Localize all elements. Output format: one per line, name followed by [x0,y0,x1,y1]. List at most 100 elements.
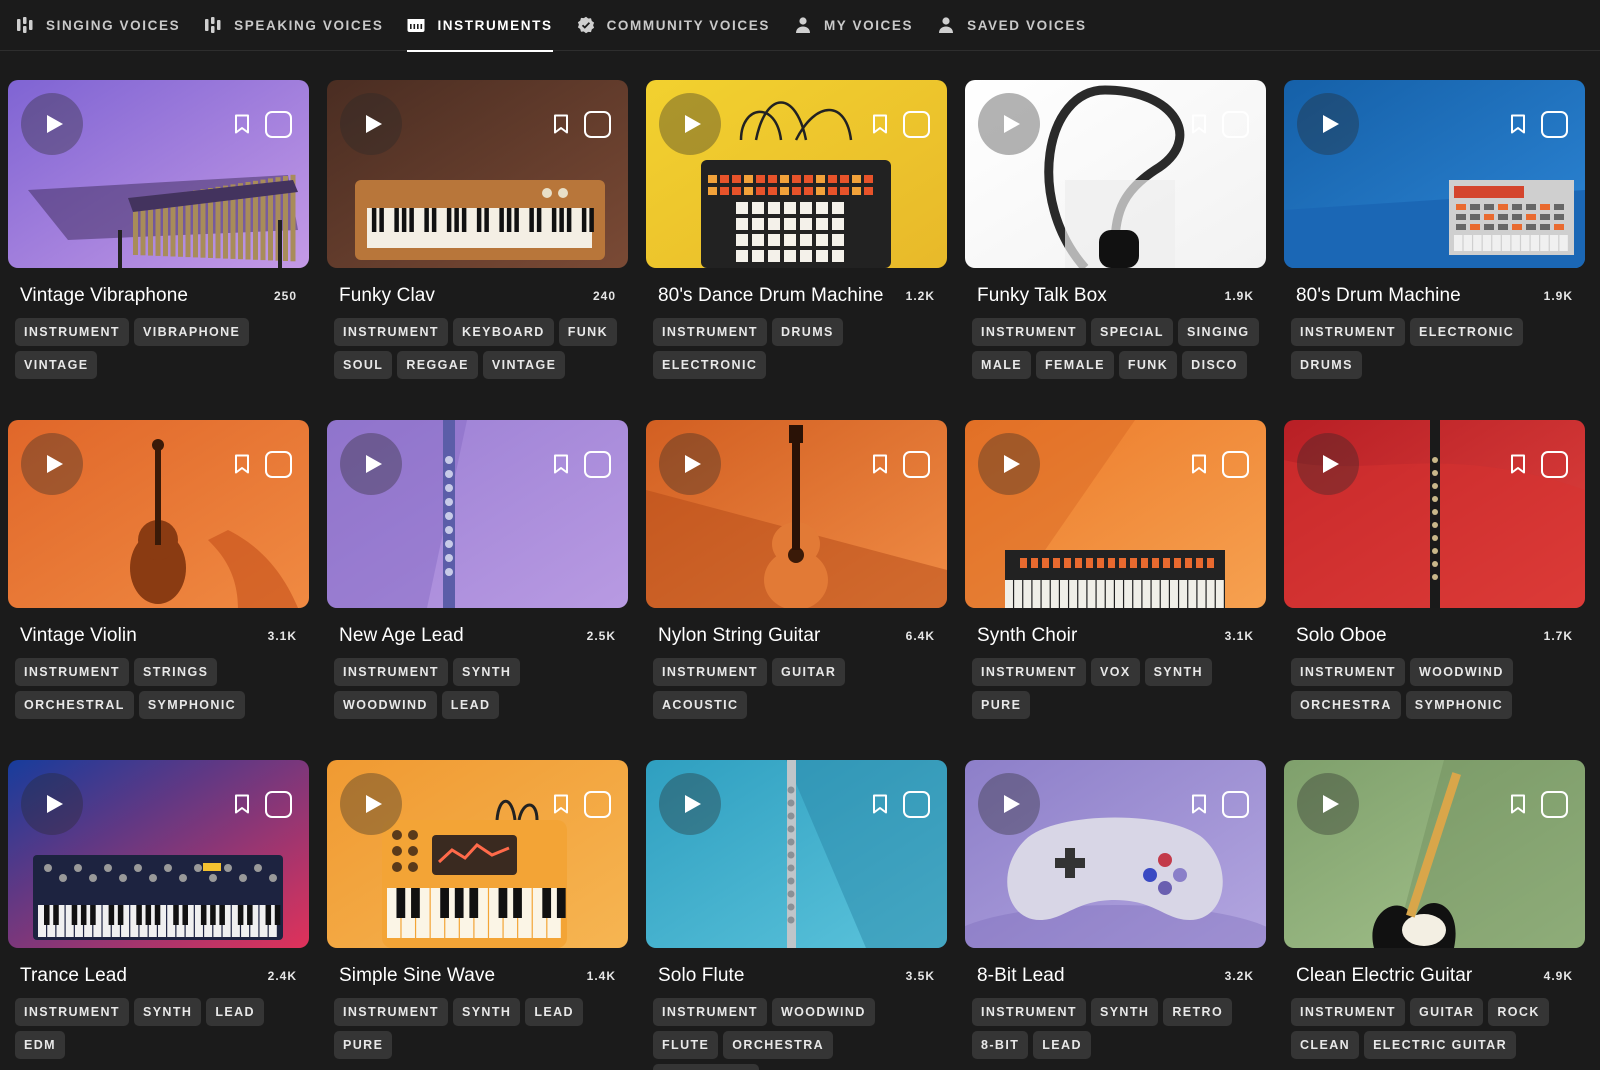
instrument-card[interactable]: Funky Clav 240 INSTRUMENT KEYBOARD FUNK SOUL R… [327,80,628,420]
tag-chip[interactable]: SYNTH [452,998,521,1026]
instrument-thumbnail[interactable] [965,420,1266,608]
play-button[interactable] [21,433,83,495]
bookmark-button[interactable] [1508,113,1528,135]
instrument-title[interactable]: 8-Bit Lead [977,965,1065,987]
instrument-card[interactable]: Simple Sine Wave 1.4K INSTRUMENT SYNTH LEAD P… [327,760,628,1070]
bookmark-button[interactable] [870,113,890,135]
tag-chip[interactable]: KEYBOARD [452,318,554,346]
tag-chip[interactable]: SYMPHONIC [138,691,246,719]
tag-chip[interactable]: LEAD [206,998,264,1026]
instrument-thumbnail[interactable] [327,760,628,948]
select-checkbox[interactable] [1222,791,1249,818]
tag-chip[interactable]: INSTRUMENT [1291,318,1405,346]
instrument-thumbnail[interactable] [646,760,947,948]
select-checkbox[interactable] [1222,451,1249,478]
tag-chip[interactable]: GUITAR [771,658,846,686]
tag-chip[interactable]: INSTRUMENT [972,998,1086,1026]
bookmark-button[interactable] [232,113,252,135]
tag-chip[interactable]: INSTRUMENT [15,998,129,1026]
play-button[interactable] [659,773,721,835]
select-checkbox[interactable] [903,111,930,138]
tag-chip[interactable]: SYNTH [1144,658,1212,686]
instrument-title[interactable]: Clean Electric Guitar [1296,965,1472,987]
instrument-card[interactable]: New Age Lead 2.5K INSTRUMENT SYNTH WOODWIND L… [327,420,628,760]
tag-chip[interactable]: INSTRUMENT [972,658,1086,686]
tag-chip[interactable]: LEAD [1033,1031,1091,1059]
instrument-thumbnail[interactable] [1284,760,1585,948]
instrument-title[interactable]: Solo Oboe [1296,625,1387,647]
instrument-title[interactable]: Funky Clav [339,285,435,307]
tag-chip[interactable]: WOODWIND [771,998,875,1026]
tag-chip[interactable]: SYNTH [452,658,521,686]
tag-chip[interactable]: SYMPHONIC [1405,691,1513,719]
instrument-thumbnail[interactable] [646,420,947,608]
bookmark-button[interactable] [1508,793,1528,815]
tag-chip[interactable]: DISCO [1182,351,1247,379]
tag-chip[interactable]: WOODWIND [334,691,437,719]
instrument-thumbnail[interactable] [327,420,628,608]
instrument-thumbnail[interactable] [965,80,1266,268]
tag-chip[interactable]: INSTRUMENT [653,318,767,346]
play-button[interactable] [1297,433,1359,495]
play-button[interactable] [21,773,83,835]
tag-chip[interactable]: SYNTH [133,998,202,1026]
tag-chip[interactable]: PURE [972,691,1031,719]
instrument-title[interactable]: Trance Lead [20,965,127,987]
instrument-thumbnail[interactable] [327,80,628,268]
instrument-title[interactable]: Solo Flute [658,965,745,987]
play-button[interactable] [1297,773,1359,835]
bookmark-button[interactable] [1189,793,1209,815]
tag-chip[interactable]: RETRO [1163,998,1233,1026]
instrument-title[interactable]: Vintage Vibraphone [20,285,188,307]
bookmark-button[interactable] [551,453,571,475]
tag-chip[interactable]: DRUMS [1291,351,1362,379]
select-checkbox[interactable] [265,451,292,478]
tag-chip[interactable]: FUNK [1118,351,1178,379]
tag-chip[interactable]: ELECTRIC GUITAR [1364,1031,1517,1059]
instrument-title[interactable]: Synth Choir [977,625,1077,647]
bookmark-button[interactable] [870,453,890,475]
tag-chip[interactable]: FUNK [558,318,618,346]
bookmark-button[interactable] [1189,113,1209,135]
tag-chip[interactable]: INSTRUMENT [334,998,448,1026]
instrument-card[interactable]: Vintage Violin 3.1K INSTRUMENT STRINGS ORCHE… [8,420,309,760]
bookmark-button[interactable] [1508,453,1528,475]
tab-instruments[interactable]: INSTRUMENTS [407,0,553,52]
tag-chip[interactable]: ORCHESTRA [1291,691,1401,719]
tag-chip[interactable]: EDM [15,1031,65,1059]
tab-speaking-voices[interactable]: SPEAKING VOICES [204,0,383,51]
select-checkbox[interactable] [1541,791,1568,818]
tag-chip[interactable]: VINTAGE [15,351,98,379]
instrument-thumbnail[interactable] [8,80,309,268]
instrument-card[interactable]: Clean Electric Guitar 4.9K INSTRUMENT GUITA… [1284,760,1585,1070]
select-checkbox[interactable] [1541,111,1568,138]
play-button[interactable] [659,93,721,155]
instrument-card[interactable]: Vintage Vibraphone 250 INSTRUMENT VIBRAPHON… [8,80,309,420]
tag-chip[interactable]: INSTRUMENT [334,658,448,686]
tag-chip[interactable]: PURE [334,1031,393,1059]
select-checkbox[interactable] [584,451,611,478]
tag-chip[interactable]: ORCHESTRAL [15,691,134,719]
select-checkbox[interactable] [903,451,930,478]
tag-chip[interactable]: DRUMS [771,318,843,346]
tag-chip[interactable]: ELECTRONIC [653,351,767,379]
tag-chip[interactable]: FLUTE [653,1031,719,1059]
tag-chip[interactable]: INSTRUMENT [1291,658,1405,686]
instrument-card[interactable]: 80's Drum Machine 1.9K INSTRUMENT ELECTRONI… [1284,80,1585,420]
play-button[interactable] [1297,93,1359,155]
tag-chip[interactable]: ROCK [1488,998,1549,1026]
tag-chip[interactable]: INSTRUMENT [334,318,448,346]
tag-chip[interactable]: WOODWIND [1409,658,1513,686]
instrument-title[interactable]: 80's Drum Machine [1296,285,1461,307]
select-checkbox[interactable] [1541,451,1568,478]
tag-chip[interactable]: REGGAE [397,351,478,379]
instrument-title[interactable]: 80's Dance Drum Machine [658,285,884,307]
instrument-card[interactable]: Nylon String Guitar 6.4K INSTRUMENT GUITAR A… [646,420,947,760]
instrument-title[interactable]: Simple Sine Wave [339,965,495,987]
tab-saved-voices[interactable]: SAVED VOICES [937,0,1086,51]
bookmark-button[interactable] [551,793,571,815]
bookmark-button[interactable] [232,453,252,475]
tab-my-voices[interactable]: MY VOICES [794,0,913,51]
tag-chip[interactable]: LEAD [441,691,500,719]
play-button[interactable] [978,773,1040,835]
